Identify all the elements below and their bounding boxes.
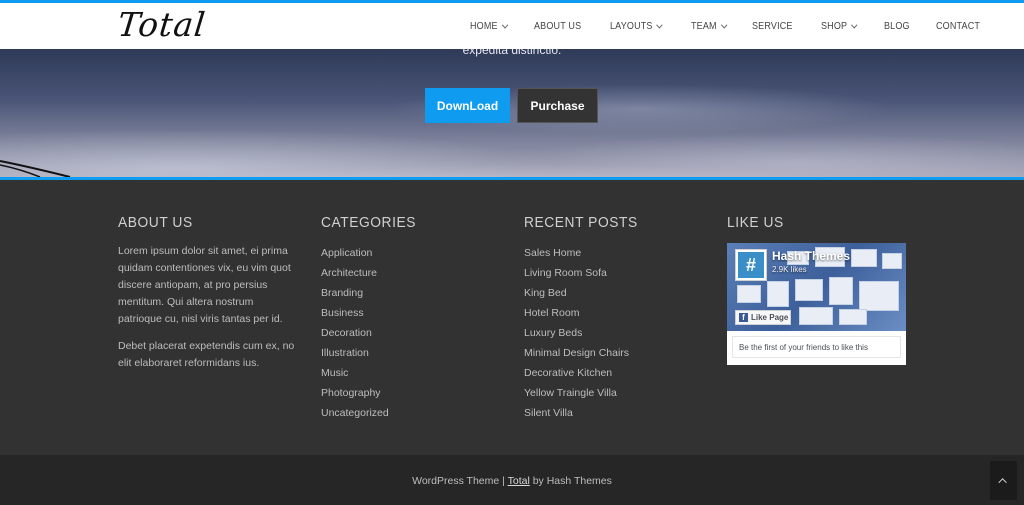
nav-item-team[interactable]: TEAM <box>690 20 727 32</box>
cover-tile <box>737 285 761 303</box>
facebook-icon: f <box>739 313 748 322</box>
download-button[interactable]: DownLoad <box>425 88 510 123</box>
copyright-suffix: by Hash Themes <box>529 475 612 487</box>
recent-post-link[interactable]: Silent Villa <box>524 403 704 423</box>
hash-themes-logo[interactable]: # <box>735 249 767 281</box>
recent-post-link[interactable]: Living Room Sofa <box>524 263 704 283</box>
scroll-to-top-button[interactable] <box>990 461 1017 500</box>
nav-item-about-us[interactable]: ABOUT US <box>534 21 581 32</box>
cover-tile <box>839 309 867 325</box>
about-widget: ABOUT US Lorem ipsum dolor sit amet, ei … <box>118 214 298 382</box>
category-link[interactable]: Photography <box>321 383 501 403</box>
chevron-down-icon <box>851 21 858 29</box>
recent-posts-title: RECENT POSTS <box>524 214 638 231</box>
nav-item-label: CONTACT <box>936 20 981 32</box>
cover-tile <box>829 277 853 305</box>
category-link[interactable]: Decoration <box>321 323 501 343</box>
recent-post-link[interactable]: Yellow Traingle Villa <box>524 383 704 403</box>
cover-tile <box>767 281 789 307</box>
nav-item-label: SHOP <box>821 20 848 32</box>
like-page-label: Like Page <box>751 313 789 322</box>
recent-post-link[interactable]: Luxury Beds <box>524 323 704 343</box>
recent-post-link[interactable]: Minimal Design Chairs <box>524 343 704 363</box>
nav-item-label: TEAM <box>690 20 717 32</box>
nav-item-label: ABOUT US <box>533 20 582 32</box>
nav-item-label: SERVICE <box>752 20 793 32</box>
category-link[interactable]: Business <box>321 303 501 323</box>
footer-bottom-bar: WordPress Theme | Total by Hash Themes <box>0 455 1024 505</box>
recent-post-link[interactable]: Decorative Kitchen <box>524 363 704 383</box>
nav-item-layouts[interactable]: LAYOUTS <box>610 20 664 32</box>
cover-tile <box>859 281 899 311</box>
chevron-up-icon <box>997 477 1007 487</box>
nav-item-contact[interactable]: CONTACT <box>936 21 980 32</box>
about-paragraph-2: Debet placerat expetendis cum ex, no eli… <box>118 340 295 369</box>
site-header: Total HOME ABOUT US LAYOUTS TEAM SERVICE SHOP… <box>0 3 1024 49</box>
chevron-down-icon <box>720 21 727 29</box>
purchase-button[interactable]: Purchase <box>517 88 598 123</box>
chevron-down-icon <box>501 21 509 29</box>
category-link[interactable]: Branding <box>321 283 501 303</box>
facebook-page-name[interactable]: Hash Themes <box>772 249 850 263</box>
cover-tile <box>882 253 902 269</box>
facebook-cover-image[interactable]: # Hash Themes 2.9K likes f Like Page <box>727 243 906 331</box>
cover-tile <box>795 279 823 301</box>
nav-item-shop[interactable]: SHOP <box>821 20 858 32</box>
categories-list: Application Architecture Branding Business D… <box>321 243 501 423</box>
recent-post-link[interactable]: Hotel Room <box>524 303 704 323</box>
hero-subtitle: expedita distinctio. <box>462 49 562 57</box>
recent-posts-list: Sales Home Living Room Sofa King Bed Hotel … <box>524 243 704 423</box>
main-nav: HOME ABOUT US LAYOUTS TEAM SERVICE SHOP BLOG CO… <box>470 3 1009 49</box>
nav-item-label: HOME <box>470 20 498 32</box>
copyright-prefix: WordPress Theme | <box>412 475 508 487</box>
hero-background-wire <box>0 160 71 177</box>
category-link[interactable]: Music <box>321 363 501 383</box>
categories-title: CATEGORIES <box>321 214 416 231</box>
like-us-title: LIKE US <box>727 214 784 231</box>
facebook-like-button[interactable]: f Like Page <box>735 310 791 325</box>
chevron-down-icon <box>656 21 664 29</box>
about-title: ABOUT US <box>118 214 193 231</box>
recent-post-link[interactable]: Sales Home <box>524 243 704 263</box>
hash-icon: # <box>738 252 764 278</box>
category-link[interactable]: Illustration <box>321 343 501 363</box>
copyright-text: WordPress Theme | Total by Hash Themes <box>0 475 1024 487</box>
about-paragraph-1: Lorem ipsum dolor sit amet, ei prima qui… <box>118 245 291 325</box>
categories-widget: CATEGORIES Application Architecture Brandi… <box>321 214 501 423</box>
cover-tile <box>799 307 833 325</box>
recent-post-link[interactable]: King Bed <box>524 283 704 303</box>
nav-item-label: BLOG <box>883 20 910 32</box>
cover-tile <box>851 249 877 267</box>
total-theme-link[interactable]: Total <box>508 475 530 487</box>
facebook-likes-count: 2.9K likes <box>772 265 807 274</box>
category-link[interactable]: Uncategorized <box>321 403 501 423</box>
nav-item-home[interactable]: HOME <box>470 20 509 32</box>
category-link[interactable]: Application <box>321 243 501 263</box>
site-logo[interactable]: Total <box>116 5 208 44</box>
facebook-friends-text: Be the first of your friends to like thi… <box>732 336 901 358</box>
recent-posts-widget: RECENT POSTS Sales Home Living Room Sofa K… <box>524 214 704 423</box>
facebook-page-widget[interactable]: # Hash Themes 2.9K likes f Like Page Be … <box>727 243 906 365</box>
like-us-widget: LIKE US # Hash Themes 2.9K likes f Like … <box>727 214 907 365</box>
category-link[interactable]: Architecture <box>321 263 501 283</box>
nav-item-label: LAYOUTS <box>610 20 653 32</box>
nav-item-service[interactable]: SERVICE <box>752 21 793 32</box>
footer-widgets: ABOUT US Lorem ipsum dolor sit amet, ei … <box>0 180 1024 455</box>
hero-section: expedita distinctio. DownLoad Purchase <box>0 49 1024 177</box>
nav-item-blog[interactable]: BLOG <box>884 21 910 32</box>
